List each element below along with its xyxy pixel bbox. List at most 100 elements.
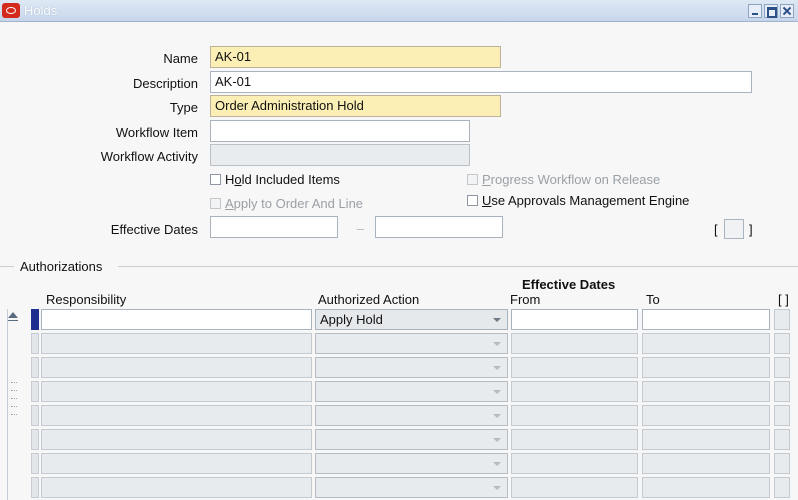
hold-included-items-checkbox[interactable]: Ho ld Included Items: [210, 172, 340, 187]
flexfield-cell[interactable]: [774, 357, 790, 378]
apply-order-line-checkbox: Apply to Order And Line: [210, 196, 363, 211]
flexfield-column-header: [ ]: [778, 292, 789, 307]
grip-icon: [11, 406, 17, 408]
workflow-activity-label: Workflow Activity: [100, 149, 198, 164]
authorized-action-select[interactable]: [315, 333, 508, 354]
row-selector[interactable]: [31, 309, 39, 330]
from-date-cell[interactable]: [511, 429, 638, 450]
minimize-icon[interactable]: [748, 4, 762, 18]
responsibility-cell[interactable]: [41, 309, 312, 330]
effective-dates-group-header: Effective Dates: [522, 277, 616, 292]
flexfield-cell[interactable]: [774, 381, 790, 402]
dropdown-arrow-icon[interactable]: [493, 414, 501, 418]
oracle-logo-icon: [2, 3, 20, 18]
workflow-item-label: Workflow Item: [115, 125, 198, 140]
section-divider: [0, 266, 14, 267]
row-selector[interactable]: [31, 477, 39, 498]
window-title: Holds: [24, 3, 58, 18]
flexfield-bracket-open: [: [714, 222, 718, 237]
to-date-cell[interactable]: [642, 333, 770, 354]
from-date-cell[interactable]: [511, 357, 638, 378]
to-date-cell[interactable]: [642, 477, 770, 498]
dropdown-arrow-icon[interactable]: [493, 318, 501, 322]
date-range-dash: –: [356, 221, 364, 236]
flexfield-bracket-close: ]: [749, 222, 753, 237]
row-selector[interactable]: [31, 381, 39, 402]
flexfield-cell[interactable]: [774, 333, 790, 354]
responsibility-cell[interactable]: [41, 477, 312, 498]
from-date-cell[interactable]: [511, 477, 638, 498]
progress-workflow-checkbox: Progress Workflow on Release: [467, 172, 660, 187]
type-field[interactable]: Order Administration Hold: [210, 95, 501, 117]
from-date-cell[interactable]: [511, 381, 638, 402]
authorizations-section-title: Authorizations: [18, 259, 105, 274]
responsibility-cell[interactable]: [41, 333, 312, 354]
to-date-cell[interactable]: [642, 357, 770, 378]
to-date-cell[interactable]: [642, 381, 770, 402]
from-date-cell[interactable]: [511, 453, 638, 474]
row-selector[interactable]: [31, 405, 39, 426]
type-label: Type: [169, 100, 198, 115]
maximize-icon[interactable]: [764, 4, 778, 18]
dropdown-arrow-icon[interactable]: [493, 438, 501, 442]
section-divider: [118, 266, 798, 267]
responsibility-cell[interactable]: [41, 381, 312, 402]
checkbox-icon: [467, 174, 478, 185]
authorized-action-select[interactable]: [315, 357, 508, 378]
authorized-action-select[interactable]: [315, 477, 508, 498]
workflow-item-field[interactable]: [210, 120, 470, 142]
checkbox-icon: [210, 198, 221, 209]
responsibility-cell[interactable]: [41, 429, 312, 450]
authorized-action-column-header: Authorized Action: [318, 292, 420, 307]
to-date-cell[interactable]: [642, 453, 770, 474]
responsibility-cell[interactable]: [41, 405, 312, 426]
grip-icon: [11, 398, 17, 400]
from-date-cell[interactable]: [511, 333, 638, 354]
use-approvals-checkbox[interactable]: Use Approvals Management Engine: [467, 193, 689, 208]
flexfield-cell[interactable]: [774, 477, 790, 498]
authorized-action-select[interactable]: Apply Hold: [315, 309, 508, 330]
row-selector[interactable]: [31, 453, 39, 474]
dropdown-arrow-icon[interactable]: [493, 462, 501, 466]
row-selector[interactable]: [31, 357, 39, 378]
name-label: Name: [163, 51, 198, 66]
dropdown-arrow-icon[interactable]: [493, 366, 501, 370]
responsibility-cell[interactable]: [41, 357, 312, 378]
flexfield-cell[interactable]: [774, 429, 790, 450]
row-selector[interactable]: [31, 333, 39, 354]
name-field[interactable]: AK-01: [210, 46, 501, 68]
description-field[interactable]: AK-01: [210, 71, 752, 93]
authorized-action-select[interactable]: [315, 453, 508, 474]
window-titlebar: Holds: [0, 0, 798, 22]
flexfield-cell[interactable]: [774, 405, 790, 426]
responsibility-cell[interactable]: [41, 453, 312, 474]
scroll-up-icon[interactable]: [8, 312, 18, 321]
authorized-action-select[interactable]: [315, 381, 508, 402]
responsibility-column-header: Responsibility: [46, 292, 127, 307]
authorized-action-select[interactable]: [315, 429, 508, 450]
flexfield-cell[interactable]: [774, 453, 790, 474]
authorized-action-select[interactable]: [315, 405, 508, 426]
row-selector[interactable]: [31, 429, 39, 450]
effective-from-field[interactable]: [210, 216, 338, 238]
to-column-header: To: [646, 292, 660, 307]
checkbox-icon: [467, 195, 478, 206]
to-date-cell[interactable]: [642, 429, 770, 450]
close-icon[interactable]: [780, 4, 794, 18]
from-date-cell[interactable]: [511, 309, 638, 330]
dropdown-arrow-icon[interactable]: [493, 342, 501, 346]
flexfield-cell[interactable]: [774, 309, 790, 330]
effective-to-field[interactable]: [375, 216, 503, 238]
to-date-cell[interactable]: [642, 309, 770, 330]
grip-icon: [11, 414, 17, 416]
dropdown-arrow-icon[interactable]: [493, 486, 501, 490]
checkbox-icon: [210, 174, 221, 185]
to-date-cell[interactable]: [642, 405, 770, 426]
from-date-cell[interactable]: [511, 405, 638, 426]
effective-dates-label: Effective Dates: [110, 222, 198, 237]
from-column-header: From: [510, 292, 541, 307]
grid-scroll-region: [7, 309, 27, 500]
workflow-activity-field: [210, 144, 470, 166]
descriptive-flexfield[interactable]: [724, 219, 744, 239]
dropdown-arrow-icon[interactable]: [493, 390, 501, 394]
